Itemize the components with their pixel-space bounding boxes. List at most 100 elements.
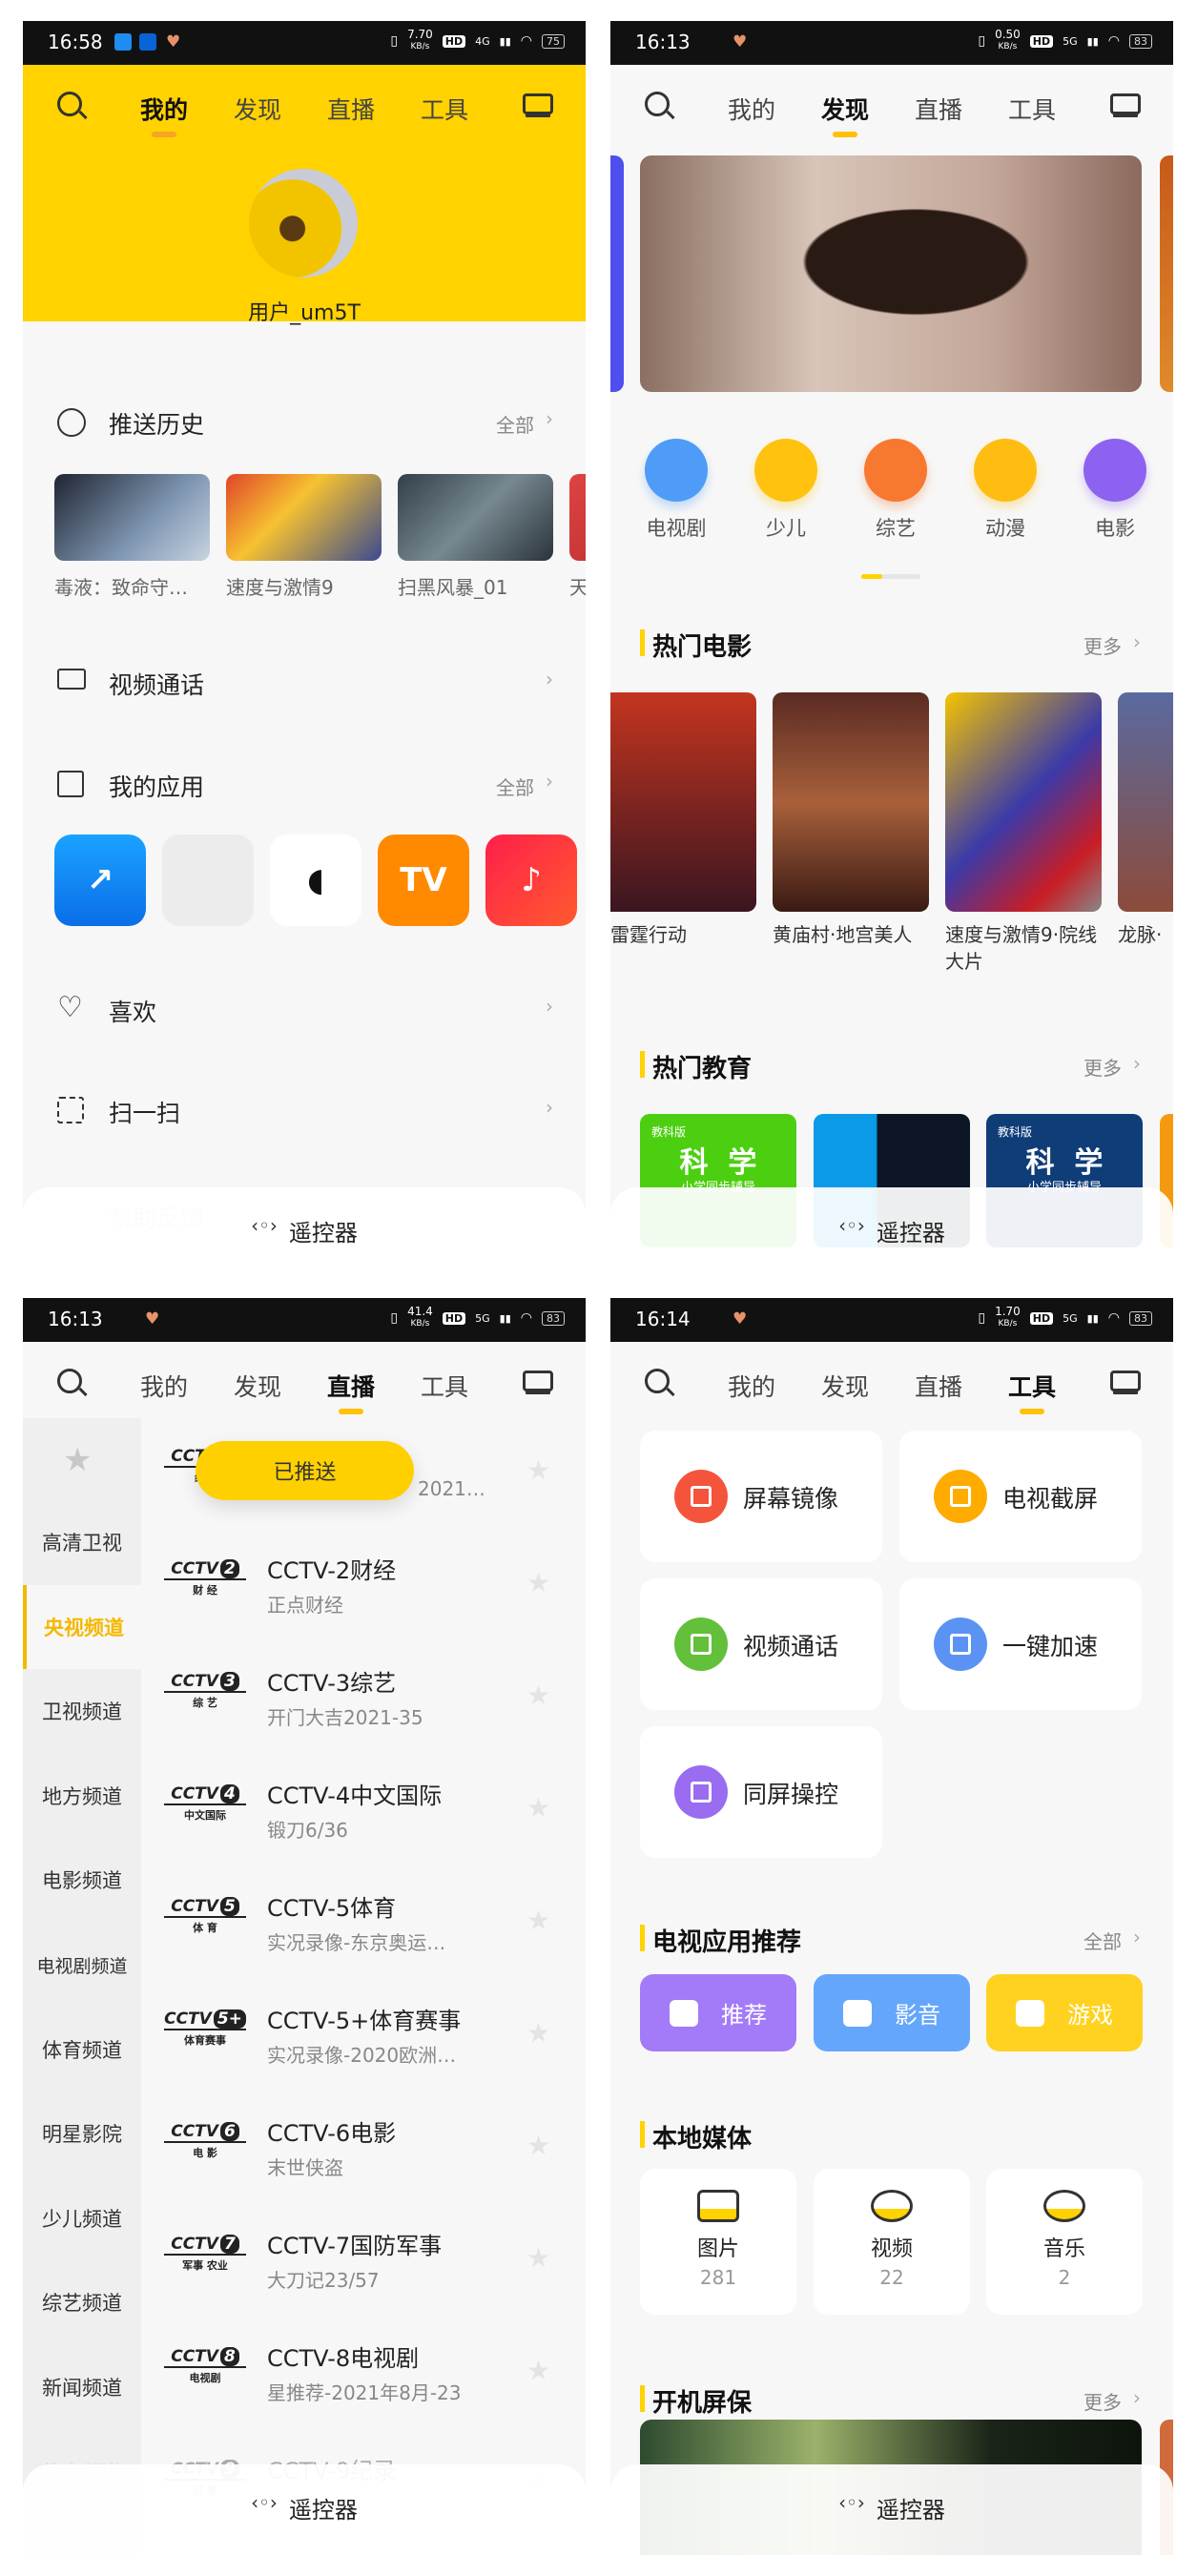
- tool-screenshot[interactable]: 电视截屏: [899, 1431, 1142, 1562]
- screensaver-more-link[interactable]: 更多: [1083, 2387, 1122, 2415]
- remote-control-bar[interactable]: ‹◦› 遥控器: [610, 1187, 1173, 1278]
- remote-control-bar[interactable]: ‹◦› 遥控器: [610, 2464, 1173, 2555]
- history-thumbnail[interactable]: [398, 474, 553, 561]
- hot-movies-more-link[interactable]: 更多: [1083, 631, 1122, 659]
- movie-card[interactable]: 雷霆行动: [610, 692, 756, 948]
- banner-next-peek[interactable]: [1160, 155, 1173, 392]
- search-icon[interactable]: [645, 92, 675, 120]
- tv-device-icon[interactable]: [523, 1370, 553, 1391]
- movie-card[interactable]: 速度与激情9·院线大片: [945, 692, 1102, 975]
- history-item[interactable]: 速度与激情9: [226, 474, 382, 600]
- tab-live[interactable]: 直播: [327, 1369, 375, 1403]
- channel-row[interactable]: CCTV 2 财 经 CCTV-2财经 正点财经 ★: [141, 1538, 586, 1634]
- banner-image[interactable]: [640, 155, 1142, 392]
- history-item[interactable]: 扫黑风暴_01: [398, 474, 553, 600]
- tab-discover[interactable]: 发现: [234, 92, 281, 126]
- remote-control-bar[interactable]: ‹◦› 遥控器: [23, 2464, 586, 2555]
- karaoke-mic-icon[interactable]: ♪: [485, 835, 577, 926]
- local-media-picture[interactable]: 图片 281: [640, 2169, 796, 2315]
- category-duck[interactable]: 少儿: [738, 439, 834, 542]
- history-thumbnail[interactable]: [569, 474, 586, 561]
- sidebar-item[interactable]: 高清卫视: [23, 1500, 141, 1584]
- movie-poster[interactable]: [773, 692, 929, 912]
- sidebar-item[interactable]: 少儿频道: [23, 2176, 141, 2260]
- history-thumbnail[interactable]: [54, 474, 210, 561]
- tv-device-icon[interactable]: [1110, 1370, 1141, 1391]
- channel-row[interactable]: CCTV 4 中文国际 CCTV-4中文国际 锻刀6/36 ★: [141, 1763, 586, 1859]
- favorite-star-icon[interactable]: ★: [526, 1567, 550, 1598]
- channel-row[interactable]: CCTV 6 电 影 CCTV-6电影 末世侠盗 ★: [141, 2101, 586, 2196]
- tool-remote-screen[interactable]: 同屏操控: [640, 1726, 882, 1858]
- favorite-star-icon[interactable]: ★: [526, 1680, 550, 1711]
- category-pokeball[interactable]: 动漫: [958, 439, 1053, 542]
- history-item[interactable]: 毒液：致命守…: [54, 474, 210, 600]
- tv-apps-more-link[interactable]: 全部: [1083, 1927, 1122, 1954]
- video-call-row[interactable]: 视频通话 ›: [23, 653, 586, 711]
- tab-tools[interactable]: 工具: [421, 92, 468, 126]
- channel-row[interactable]: CCTV 7 军事 农业 CCTV-7国防军事 大刀记23/57 ★: [141, 2214, 586, 2309]
- sidebar-item-selected[interactable]: 央视频道央视频道: [23, 1584, 141, 1669]
- app-category-star-badge[interactable]: 推荐: [640, 1974, 796, 2051]
- remote-control-bar[interactable]: ‹◦› 遥控器: [23, 1187, 586, 1278]
- tab-live[interactable]: 直播: [327, 92, 375, 126]
- tab-mine[interactable]: 我的: [140, 1369, 188, 1403]
- tab-discover[interactable]: 发现: [234, 1369, 281, 1403]
- channel-row[interactable]: CCTV 3 综 艺 CCTV-3综艺 开门大吉2021-35 ★: [141, 1651, 586, 1746]
- tab-tools[interactable]: 工具: [421, 1369, 468, 1403]
- category-tv[interactable]: 电视剧: [629, 439, 724, 542]
- tab-mine[interactable]: 我的: [728, 92, 775, 126]
- movie-card[interactable]: 黄庙村·地宫美人: [773, 692, 929, 948]
- search-icon[interactable]: [645, 1369, 675, 1397]
- favorite-star-icon[interactable]: ★: [526, 1454, 550, 1486]
- search-icon[interactable]: [57, 1369, 88, 1397]
- movie-card[interactable]: 龙脉·: [1118, 692, 1173, 948]
- push-history-header-all[interactable]: 全部: [496, 410, 534, 438]
- tab-tools[interactable]: 工具: [1008, 1369, 1056, 1403]
- sidebar-item[interactable]: 明星影院: [23, 2092, 141, 2175]
- tab-discover[interactable]: 发现: [821, 92, 869, 126]
- history-thumbnail[interactable]: [226, 474, 382, 561]
- favorite-star-icon[interactable]: ★: [526, 2017, 550, 2049]
- sidebar-item[interactable]: 新闻频道: [23, 2345, 141, 2429]
- app-category-game[interactable]: 游戏: [986, 1974, 1143, 2051]
- sidebar-item[interactable]: 电影频道: [23, 1838, 141, 1922]
- cast-app-icon[interactable]: ◖: [270, 835, 361, 926]
- movie-poster[interactable]: [610, 692, 756, 912]
- local-media-headphones[interactable]: 音乐 2: [986, 2169, 1143, 2315]
- movie-poster[interactable]: [1118, 692, 1173, 912]
- sidebar-item[interactable]: 体育频道: [23, 2008, 141, 2092]
- tool-video-camera[interactable]: 视频通话: [640, 1578, 882, 1710]
- movie-poster[interactable]: [945, 692, 1102, 912]
- history-item[interactable]: 天: [569, 474, 586, 600]
- tool-lightning[interactable]: 一键加速: [899, 1578, 1142, 1710]
- favorites-star-icon[interactable]: ★: [63, 1441, 92, 1479]
- sidebar-item[interactable]: 电视剧频道: [23, 1923, 141, 2007]
- tab-discover[interactable]: 发现: [821, 1369, 869, 1403]
- banner-prev-peek[interactable]: [610, 155, 624, 392]
- channel-row[interactable]: CCTV 5+ 体育赛事 CCTV-5+体育赛事 实况录像-2020欧洲… ★: [141, 1989, 586, 2084]
- tv-device-icon[interactable]: [1110, 93, 1141, 114]
- sidebar-item[interactable]: 卫视频道: [23, 1669, 141, 1753]
- app-category-play[interactable]: 影音: [814, 1974, 970, 2051]
- sidebar-item[interactable]: 综艺频道: [23, 2260, 141, 2344]
- channel-row[interactable]: CCTV 8 电视剧 CCTV-8电视剧 星推荐-2021年8月-23 ★: [141, 2326, 586, 2421]
- favorite-star-icon[interactable]: ★: [526, 1905, 550, 1936]
- tab-tools[interactable]: 工具: [1008, 92, 1056, 126]
- favorite-star-icon[interactable]: ★: [526, 2130, 550, 2161]
- local-media-video-play[interactable]: 视频 22: [814, 2169, 970, 2315]
- my-apps-header-all[interactable]: 全部: [496, 773, 534, 800]
- tab-mine[interactable]: 我的: [728, 1369, 775, 1403]
- dangbei-icon[interactable]: ↗: [54, 835, 146, 926]
- hot-edu-more-link[interactable]: 更多: [1083, 1053, 1122, 1081]
- blank-app-icon[interactable]: [162, 835, 254, 926]
- favorite-star-icon[interactable]: ★: [526, 2355, 550, 2386]
- scan-row[interactable]: 扫一扫 ›: [23, 1082, 586, 1139]
- favorite-star-icon[interactable]: ★: [526, 2242, 550, 2274]
- tv-leaf-app-icon[interactable]: TV: [378, 835, 469, 926]
- avatar[interactable]: [249, 169, 358, 278]
- channel-row[interactable]: CCTV 5 体 育 CCTV-5体育 实况录像-东京奥运… ★: [141, 1876, 586, 1971]
- favorite-star-icon[interactable]: ★: [526, 1792, 550, 1824]
- my-apps-header[interactable]: 我的应用 全部 ›: [23, 755, 586, 813]
- like-row[interactable]: ♡ 喜欢 ›: [23, 980, 586, 1038]
- tab-live[interactable]: 直播: [915, 1369, 962, 1403]
